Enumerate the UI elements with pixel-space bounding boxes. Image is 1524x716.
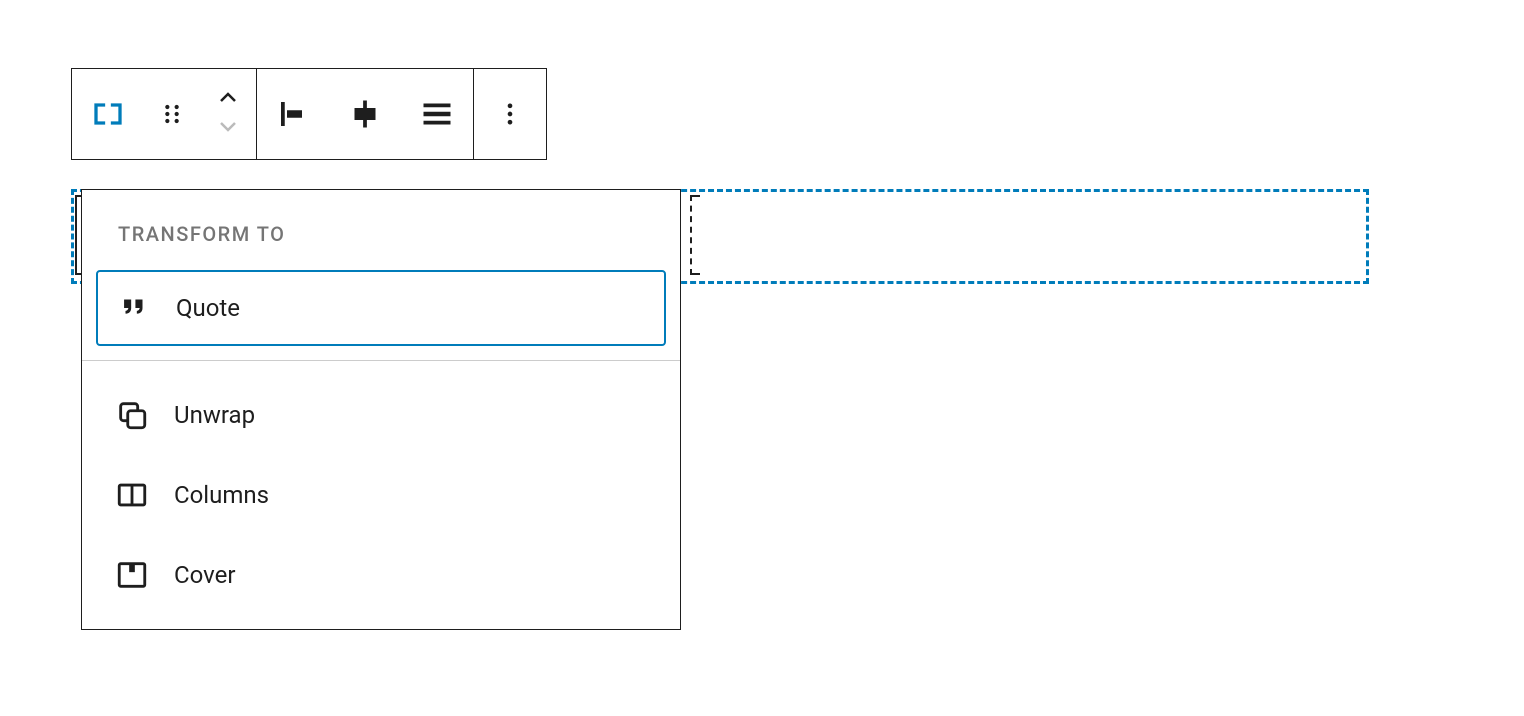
drag-handle-icon: [154, 96, 190, 132]
block-toolbar: [71, 68, 547, 160]
columns-icon: [114, 477, 150, 513]
menu-divider: [82, 360, 680, 375]
more-vertical-icon: [492, 96, 528, 132]
align-middle-button[interactable]: [329, 69, 401, 159]
toolbar-group-align: [257, 69, 474, 159]
drag-handle-button[interactable]: [144, 69, 200, 159]
block-slot-right: [690, 195, 700, 275]
mover-buttons: [200, 69, 256, 159]
transform-option-columns[interactable]: Columns: [82, 455, 680, 535]
justify-left-button[interactable]: [257, 69, 329, 159]
block-type-button[interactable]: [72, 69, 144, 159]
menu-item-label: Cover: [174, 561, 235, 589]
unwrap-icon: [114, 397, 150, 433]
transform-option-cover[interactable]: Cover: [82, 535, 680, 629]
toolbar-group-more: [474, 69, 546, 159]
move-up-button[interactable]: [216, 90, 240, 110]
transform-header: Transform to: [82, 190, 680, 266]
toolbar-group-block: [72, 69, 257, 159]
quote-icon: [116, 290, 152, 326]
move-down-button[interactable]: [216, 118, 240, 138]
menu-item-label: Unwrap: [174, 401, 255, 429]
row-block-icon: [90, 96, 126, 132]
cover-icon: [114, 557, 150, 593]
transform-option-quote[interactable]: Quote: [96, 270, 666, 346]
transform-option-unwrap[interactable]: Unwrap: [82, 375, 680, 455]
align-middle-icon: [347, 96, 383, 132]
justify-left-icon: [275, 96, 311, 132]
menu-item-label: Quote: [176, 294, 240, 322]
align-full-icon: [419, 96, 455, 132]
menu-item-label: Columns: [174, 481, 269, 509]
transform-popover: Transform to Quote Unwrap Column: [81, 189, 681, 630]
align-full-button[interactable]: [401, 69, 473, 159]
more-options-button[interactable]: [474, 69, 546, 159]
